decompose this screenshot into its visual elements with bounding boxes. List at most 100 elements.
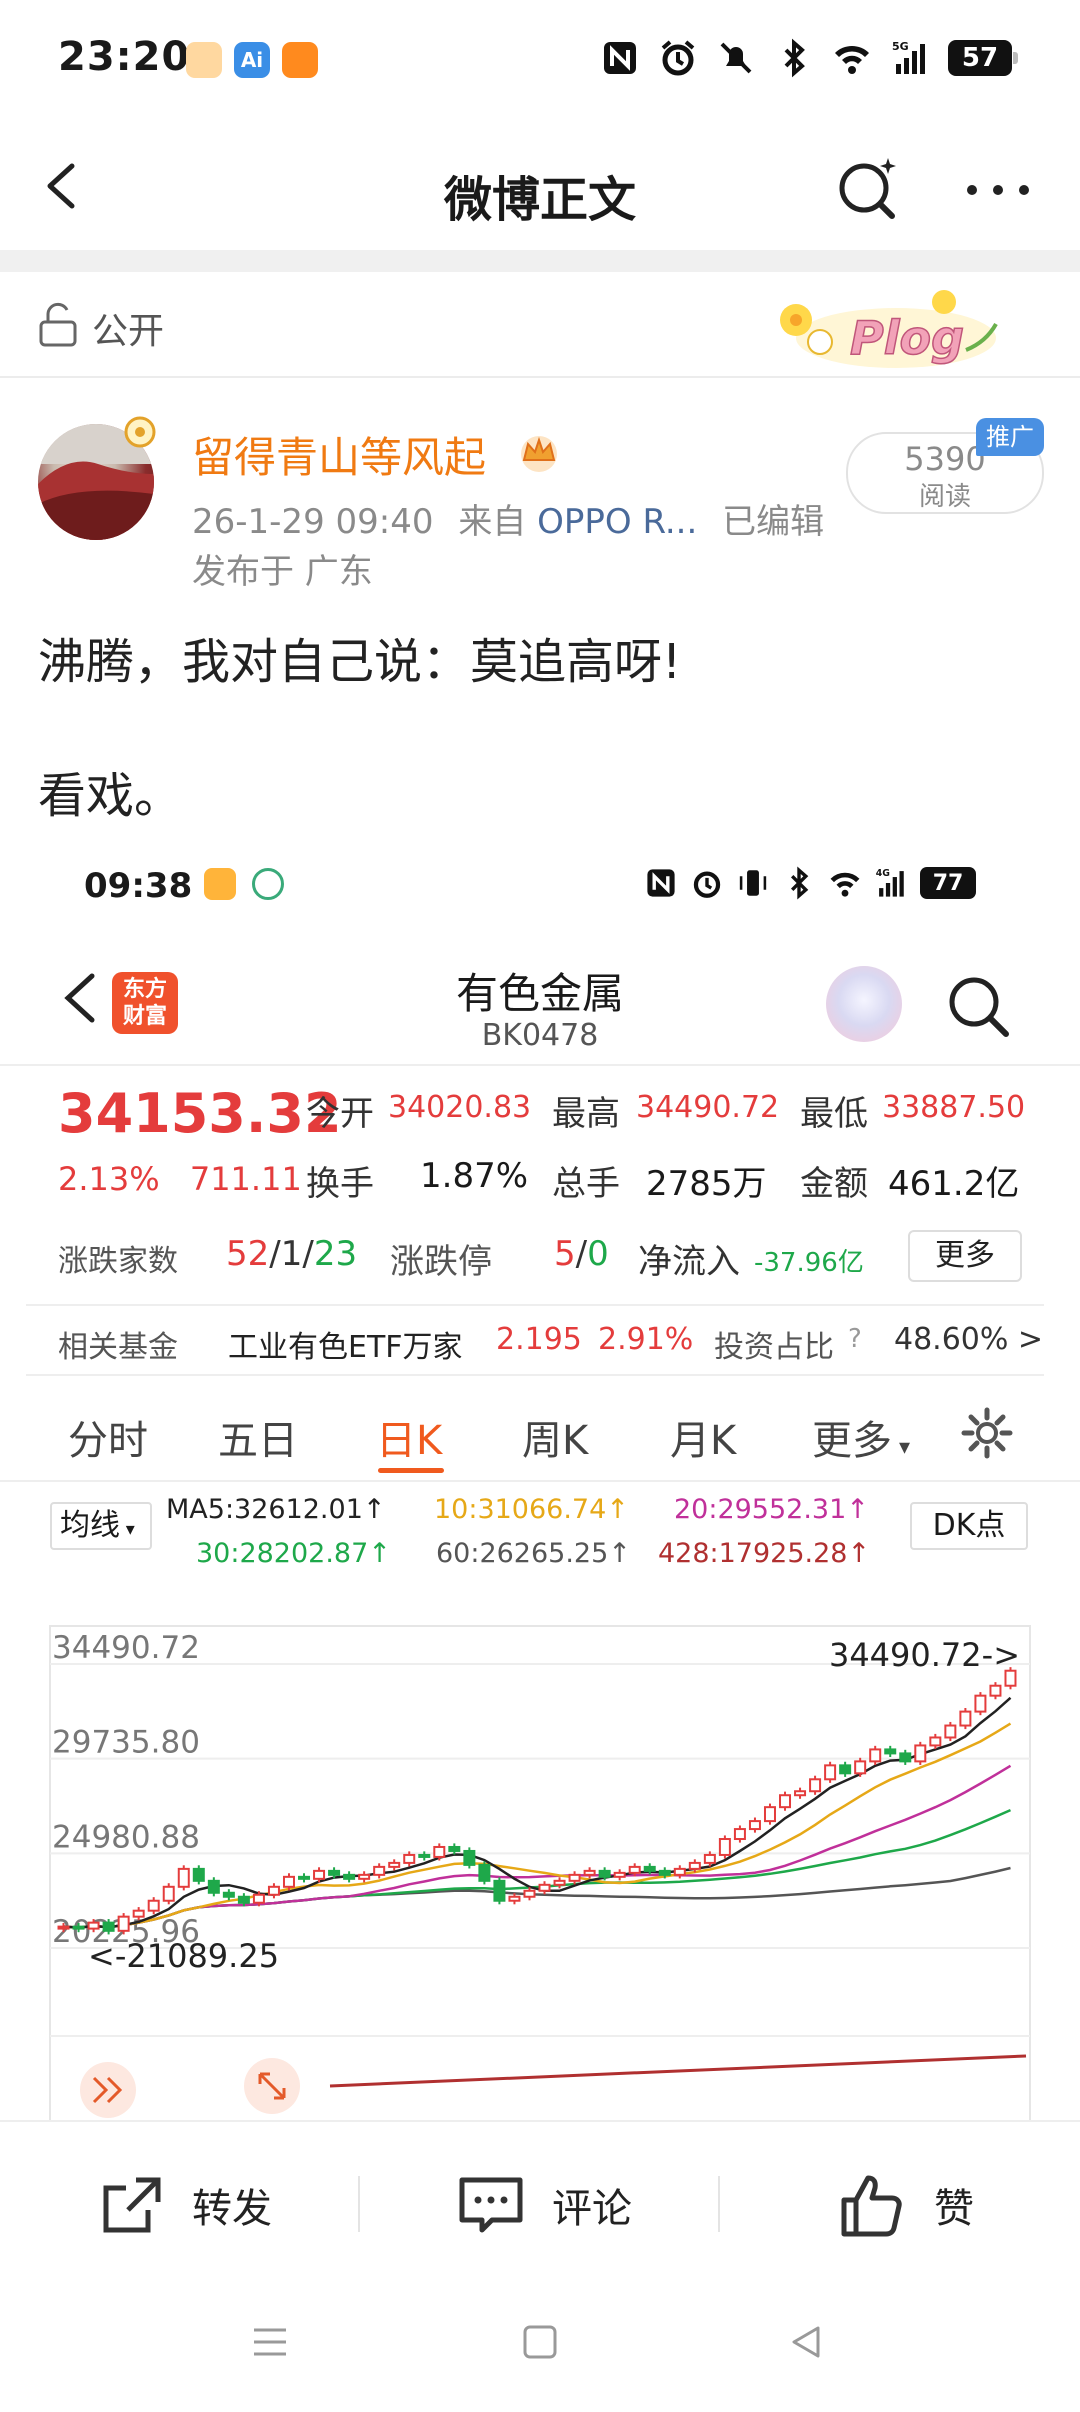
action-divider [358, 2176, 360, 2232]
candle-body [282, 1875, 295, 1888]
candle-body [162, 1885, 175, 1902]
candle-body [718, 1838, 731, 1856]
candle-body [177, 1867, 190, 1888]
fund-pct: 2.91% [598, 1322, 694, 1357]
cellular-signal-icon: 5G [892, 40, 925, 74]
comment-label: 评论 [552, 2186, 632, 2232]
ma60-label: 60:26265.25↑ [436, 1538, 631, 1569]
candle-body [598, 1869, 611, 1878]
candle-body [538, 1883, 551, 1892]
volume-value: 2785万 [646, 1164, 767, 1204]
candle-body [899, 1752, 912, 1763]
vibrate-icon [739, 870, 767, 896]
candle-body [779, 1794, 792, 1809]
candle-body [147, 1899, 160, 1912]
candle-body [57, 1925, 70, 1930]
ma10-label: 10:31066.74↑ [434, 1494, 629, 1525]
alarm-icon [693, 871, 721, 898]
repost-button[interactable]: 转发 [96, 2170, 272, 2240]
price-change: 2.13% 711.11 [58, 1160, 302, 1198]
embedded-app-icon [252, 868, 284, 900]
ma30-line [63, 1808, 1012, 1929]
sector-title: 有色金属 [455, 969, 624, 1018]
ma5-line [63, 1696, 1012, 1929]
breadth-values: 52/1/23 [226, 1234, 358, 1274]
source-prefix: 来自 [458, 502, 527, 542]
battery-indicator: 57 [948, 40, 1018, 76]
username-link[interactable]: 留得青山等风起 [192, 424, 486, 485]
menu-icon[interactable] [248, 2320, 292, 2364]
page-title: 微博正文 [443, 172, 636, 228]
embedded-system-icons: 4G 77 [644, 866, 976, 900]
low-annotation: <-21089.25 [88, 1937, 279, 1975]
candle-body [568, 1873, 581, 1882]
candle-body [433, 1845, 446, 1858]
reader-app-icon [282, 42, 318, 78]
wifi-icon [830, 872, 860, 897]
turnover-value: 1.87% [420, 1156, 529, 1196]
post-location: 发布于 广东 [192, 552, 373, 592]
y-tick-label: 24980.88 [52, 1819, 200, 1855]
more-options-icon[interactable] [958, 160, 1038, 220]
bluetooth-icon [784, 38, 805, 78]
gear-icon [961, 1407, 1013, 1459]
back-triangle-icon[interactable] [784, 2320, 828, 2364]
candle-body [914, 1744, 927, 1763]
comment-icon [459, 2177, 523, 2233]
candle-body [959, 1710, 972, 1727]
read-label: 阅读 [918, 482, 971, 512]
avatar-badge-icon [124, 416, 156, 448]
comment-button[interactable]: 评论 [456, 2170, 632, 2240]
svg-text:4G: 4G [876, 868, 890, 879]
candle-body [839, 1764, 852, 1775]
chart-period-tabs: 分时 五日 日K 周K 月K 更多 ▾ [0, 1382, 1080, 1482]
kline-svg: 34490.7229735.8024980.8820225.9634490.72… [49, 1625, 1031, 2120]
ma10-line [63, 1722, 1012, 1929]
post-source-link[interactable]: OPPO R... [537, 502, 697, 542]
candle-body [989, 1684, 1002, 1697]
candle-body [809, 1778, 822, 1793]
embedded-app-icon [204, 868, 236, 900]
candle-body [343, 1873, 356, 1880]
robot-assistant-icon [826, 966, 902, 1042]
candle-body [929, 1736, 942, 1747]
repost-label: 转发 [192, 2186, 272, 2232]
candle-body [328, 1869, 341, 1876]
breadth-label: 涨跌家数 [58, 1244, 178, 1279]
home-icon[interactable] [518, 2320, 562, 2364]
candle-body [87, 1921, 100, 1930]
netflow-value: -37.96亿 [754, 1248, 864, 1278]
tab-weekly-k: 周K [522, 1418, 589, 1464]
open-label: 今开 [306, 1094, 374, 1134]
candle-body [117, 1915, 130, 1932]
market-stats-row: 涨跌家数 52/1/23 涨跌停 5/0 净流入 -37.96亿 更多 [0, 1228, 1080, 1298]
tab-five-day: 五日 [218, 1418, 298, 1464]
y-tick-label: 34490.72 [52, 1630, 200, 1666]
more-stats-button: 更多 [908, 1230, 1022, 1282]
search-icon[interactable] [832, 154, 902, 224]
mute-icon [720, 42, 752, 74]
edited-label[interactable]: 已编辑 [722, 502, 824, 542]
promote-badge[interactable]: 推广 [976, 418, 1044, 456]
volume-label: 总手 [552, 1164, 620, 1204]
candle-body [373, 1865, 386, 1876]
tab-intraday: 分时 [68, 1418, 148, 1464]
help-icon: ? [848, 1324, 862, 1354]
volume-ma-line [329, 2054, 1027, 2088]
low-value: 33887.50 [882, 1090, 1026, 1125]
fund-label: 相关基金 [58, 1330, 178, 1365]
like-button[interactable]: 赞 [838, 2170, 974, 2240]
candle-body [493, 1879, 506, 1902]
status-time: 23:20 [58, 34, 191, 80]
candle-body [688, 1861, 701, 1870]
turnover-label: 换手 [306, 1164, 374, 1204]
candle-body [944, 1724, 957, 1739]
top-nav-bar: 微博正文 [0, 120, 1080, 250]
candle-body [748, 1820, 761, 1831]
embedded-status-bar: 09:38 4G 77 [0, 846, 1080, 926]
candle-body [403, 1853, 416, 1864]
candle-body [418, 1853, 431, 1858]
embedded-header: 东方 财富 有色金属 BK0478 [0, 926, 1080, 1066]
post-image[interactable]: 09:38 4G 77 东方 财富 有色金属 BK0478 34153.32 2.… [0, 846, 1080, 2120]
svg-text:5G: 5G [892, 40, 909, 53]
